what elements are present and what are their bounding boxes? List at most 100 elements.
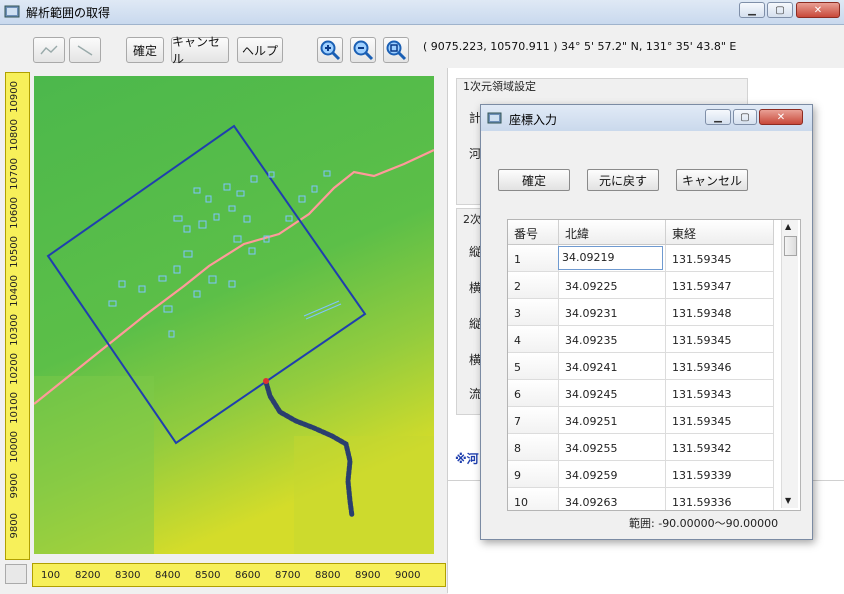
row-number-cell[interactable]: 9 — [508, 461, 559, 488]
table-row[interactable]: 2 34.09225 131.59347 — [508, 272, 800, 299]
row-number-cell[interactable]: 10 — [508, 488, 559, 510]
maximize-button[interactable]: ▢ — [767, 2, 793, 18]
longitude-cell[interactable]: 131.59345 — [666, 245, 774, 272]
dialog-revert-button[interactable]: 元に戻す — [587, 169, 659, 191]
range-label: 範囲: — [629, 517, 655, 530]
table-row[interactable]: 3 34.09231 131.59348 — [508, 299, 800, 326]
latitude-edit-field[interactable]: 34.09219 — [558, 246, 663, 270]
h-tick: 8300 — [115, 570, 141, 581]
dialog-confirm-button[interactable]: 確定 — [498, 169, 570, 191]
longitude-cell[interactable]: 131.59346 — [666, 353, 774, 380]
table-row[interactable]: 10 34.09263 131.59336 — [508, 488, 800, 510]
coordinate-input-dialog: 座標入力 ▁ ▢ ✕ 確定 元に戻す キャンセル 番号 北緯 東経 134.09… — [480, 104, 813, 540]
window-title: 解析範囲の取得 — [26, 6, 111, 20]
longitude-cell[interactable]: 131.59345 — [666, 407, 774, 434]
maximize-icon: ▢ — [740, 111, 750, 123]
table-row[interactable]: 8 34.09255 131.59342 — [508, 434, 800, 461]
row-number-cell[interactable]: 6 — [508, 380, 559, 407]
vertical-ruler: 10900 10800 10700 10600 10500 10400 1030… — [5, 72, 30, 560]
longitude-cell[interactable]: 131.59336 — [666, 488, 774, 510]
latitude-cell[interactable]: 34.09241 — [559, 353, 666, 380]
latitude-cell[interactable]: 34.09225 — [559, 272, 666, 299]
line-tool-button[interactable] — [69, 37, 101, 63]
zoom-in-icon — [320, 40, 341, 61]
h-tick: 8400 — [155, 570, 181, 581]
stream-start-point — [263, 378, 269, 384]
minimize-button[interactable]: ▁ — [739, 2, 765, 18]
column-header-lon[interactable]: 東経 — [666, 220, 774, 245]
zoom-fit-icon — [386, 40, 407, 61]
h-tick: 8800 — [315, 570, 341, 581]
table-scrollbar[interactable]: ▲ ▼ — [781, 220, 798, 508]
row-number-cell[interactable]: 1 — [508, 245, 559, 272]
row-number-cell[interactable]: 8 — [508, 434, 559, 461]
close-button[interactable]: ✕ — [796, 2, 840, 18]
section-1d-title: 1次元領域設定 — [463, 80, 536, 93]
scroll-down-icon[interactable]: ▼ — [785, 496, 791, 505]
scroll-up-icon[interactable]: ▲ — [785, 222, 791, 231]
table-row[interactable]: 4 34.09235 131.59345 — [508, 326, 800, 353]
latitude-cell[interactable]: 34.09251 — [559, 407, 666, 434]
polyline-tool-button[interactable] — [33, 37, 65, 63]
longitude-cell[interactable]: 131.59348 — [666, 299, 774, 326]
column-header-no[interactable]: 番号 — [508, 220, 559, 245]
column-header-lat[interactable]: 北緯 — [559, 220, 666, 245]
v-tick: 10700 — [9, 158, 20, 190]
zoom-fit-button[interactable] — [383, 37, 409, 63]
maximize-icon: ▢ — [775, 4, 785, 16]
horizontal-ruler: 100 8200 8300 8400 8500 8600 8700 8800 8… — [32, 563, 446, 587]
section-2d-title: 2次 — [463, 213, 481, 226]
table-row[interactable]: 6 34.09245 131.59343 — [508, 380, 800, 407]
v-tick: 10000 — [9, 431, 20, 463]
title-bar: 解析範囲の取得 ▁ ▢ ✕ — [0, 0, 844, 25]
v-tick: 10900 — [9, 81, 20, 113]
longitude-cell[interactable]: 131.59343 — [666, 380, 774, 407]
h-tick: 8600 — [235, 570, 261, 581]
latitude-cell[interactable]: 34.09231 — [559, 299, 666, 326]
h-tick: 8500 — [195, 570, 221, 581]
cursor-coordinates: ( 9075.223, 10570.911 ) 34° 5' 57.2" N, … — [423, 40, 737, 53]
row-number-cell[interactable]: 2 — [508, 272, 559, 299]
latitude-cell[interactable]: 34.09263 — [559, 488, 666, 510]
longitude-cell[interactable]: 131.59339 — [666, 461, 774, 488]
row-number-cell[interactable]: 3 — [508, 299, 559, 326]
app-icon — [4, 5, 20, 18]
polyline-icon — [40, 45, 58, 55]
h-tick: 8900 — [355, 570, 381, 581]
v-tick: 10100 — [9, 392, 20, 424]
dialog-cancel-button[interactable]: キャンセル — [676, 169, 748, 191]
h-tick: 8200 — [75, 570, 101, 581]
v-tick: 10400 — [9, 275, 20, 307]
latitude-cell[interactable]: 34.09255 — [559, 434, 666, 461]
h-tick: 9000 — [395, 570, 421, 581]
confirm-button[interactable]: 確定 — [126, 37, 164, 63]
range-info: 範囲: -90.00000〜90.00000 — [629, 515, 778, 531]
table-row[interactable]: 7 34.09251 131.59345 — [508, 407, 800, 434]
help-button[interactable]: ヘルプ — [237, 37, 283, 63]
longitude-cell[interactable]: 131.59347 — [666, 272, 774, 299]
latitude-cell[interactable]: 34.09235 — [559, 326, 666, 353]
latitude-cell[interactable]: 34.09245 — [559, 380, 666, 407]
latitude-cell[interactable]: 34.09259 — [559, 461, 666, 488]
scroll-thumb[interactable] — [784, 236, 797, 256]
zoom-out-icon — [353, 40, 374, 61]
zoom-in-button[interactable] — [317, 37, 343, 63]
table-row[interactable]: 9 34.09259 131.59339 — [508, 461, 800, 488]
map-canvas[interactable] — [34, 76, 434, 554]
minimize-icon: ▁ — [714, 111, 722, 123]
dialog-title-bar: 座標入力 ▁ ▢ ✕ — [481, 105, 812, 131]
zoom-out-button[interactable] — [350, 37, 376, 63]
dialog-maximize-button[interactable]: ▢ — [733, 109, 757, 125]
cancel-button[interactable]: キャンセル — [171, 35, 229, 66]
line-icon — [77, 45, 93, 56]
table-row[interactable]: 5 34.09241 131.59346 — [508, 353, 800, 380]
dialog-close-button[interactable]: ✕ — [759, 109, 803, 125]
row-number-cell[interactable]: 7 — [508, 407, 559, 434]
h-tick: 8700 — [275, 570, 301, 581]
longitude-cell[interactable]: 131.59342 — [666, 434, 774, 461]
dialog-minimize-button[interactable]: ▁ — [705, 109, 731, 125]
row-number-cell[interactable]: 4 — [508, 326, 559, 353]
close-icon: ✕ — [813, 4, 823, 16]
longitude-cell[interactable]: 131.59345 — [666, 326, 774, 353]
row-number-cell[interactable]: 5 — [508, 353, 559, 380]
